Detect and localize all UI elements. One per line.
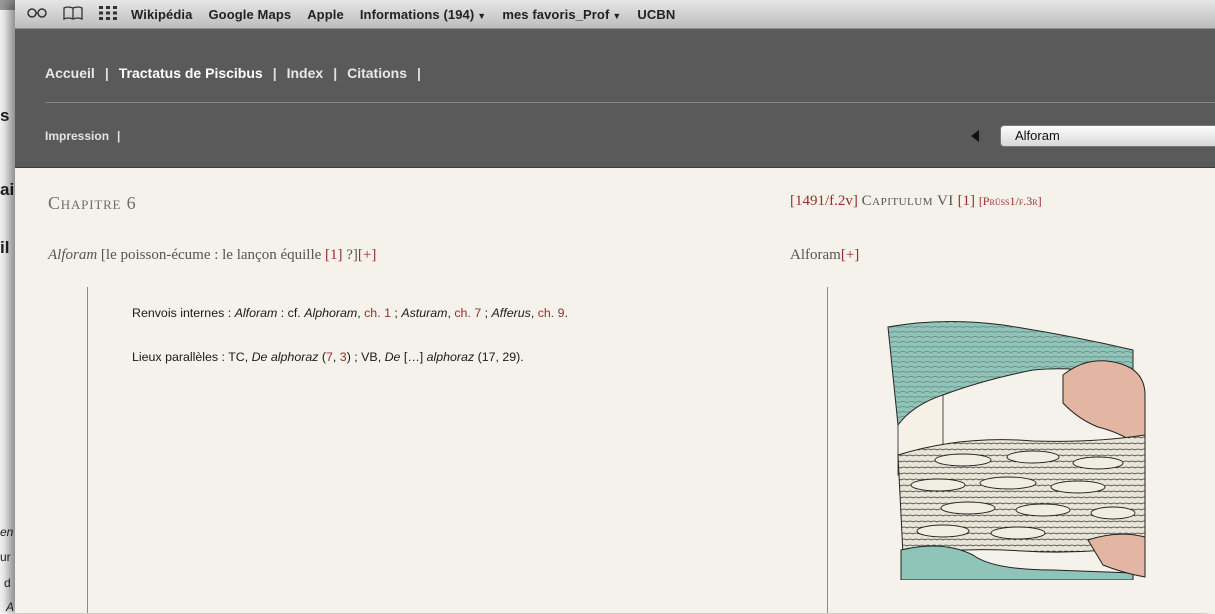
- lieux-text: (17, 29).: [474, 350, 524, 364]
- lieux-text: ; VB,: [350, 350, 385, 364]
- latin-entry-title: Alforam[+]: [790, 247, 859, 264]
- background-text: A: [6, 600, 15, 614]
- bookmark-google-maps[interactable]: Google Maps: [208, 7, 291, 22]
- chapter-select[interactable]: Alforam: [1000, 125, 1215, 147]
- renvois-paragraph: Renvois internes : Alforam : cf. Alphora…: [132, 306, 569, 320]
- notes-block: Renvois internes : Alforam : cf. Alphora…: [132, 302, 612, 390]
- entry-title: Alforam [le poisson-écume : le lançon éq…: [48, 247, 376, 264]
- bookmark-folder-label: Informations (194): [359, 6, 475, 22]
- menu-item-citations[interactable]: Citations: [347, 65, 407, 81]
- chapter-link[interactable]: ch. 1: [364, 306, 391, 320]
- print-link[interactable]: Impression: [45, 129, 109, 143]
- background-text: s: [0, 106, 10, 125]
- site-header: Accueil | Tractatus de Piscibus | Index | Cita…: [15, 29, 1215, 103]
- chevron-down-icon: ▼: [477, 10, 487, 21]
- latin-entry-name: Alforam: [790, 247, 841, 263]
- previous-arrow-icon[interactable]: [971, 130, 979, 142]
- background-text: ai: [0, 180, 15, 199]
- expand-link[interactable]: [+]: [358, 247, 376, 263]
- bookmark-wikipedia[interactable]: Wikipédia: [131, 7, 192, 22]
- renvois-term: Alforam: [234, 306, 278, 320]
- right-panel-rule: [827, 287, 828, 613]
- renvois-text: ;: [481, 306, 492, 320]
- fish-woodcut-image: [887, 320, 1146, 580]
- renvois-text: : cf.: [277, 306, 305, 320]
- menu-separator: |: [272, 65, 277, 81]
- left-panel-rule: [87, 287, 88, 613]
- menu-item-tractatus[interactable]: Tractatus de Piscibus: [119, 65, 263, 81]
- chapter-select-value: Alforam: [1015, 128, 1060, 143]
- edition-reference: [1491/f.2v] Capitulum VI [1] [Prüss1/f.3…: [790, 193, 1042, 210]
- bookmark-ucbn[interactable]: UCBN: [637, 7, 675, 22]
- bookmark-folder-favoris[interactable]: mes favoris_Prof ▼: [502, 7, 621, 22]
- expand-link[interactable]: [+]: [841, 247, 859, 263]
- ref-pruss-link[interactable]: [Prüss1/f.3r]: [979, 194, 1042, 208]
- lieux-term: De alphoraz: [251, 350, 319, 364]
- browser-window: Wikipédia Google Maps Apple Informations…: [15, 0, 1215, 613]
- bookmark-folder-informations[interactable]: Informations (194) ▼: [360, 7, 487, 22]
- bookmarks-book-icon[interactable]: [63, 5, 83, 23]
- lieux-paragraph: Lieux parallèles : TC, De alphoraz (7, 3…: [132, 350, 524, 364]
- chevron-down-icon: ▼: [612, 10, 622, 21]
- reference-link[interactable]: 7: [326, 350, 333, 364]
- print-link-wrap: Impression |: [45, 129, 120, 143]
- lieux-term: alphoraz: [426, 350, 475, 364]
- background-text: d: [4, 576, 11, 590]
- background-text: il: [0, 238, 10, 257]
- renvois-text: ;: [390, 306, 402, 320]
- bookmarks-bar: Wikipédia Google Maps Apple Informations…: [15, 0, 1215, 29]
- menu-separator: |: [417, 65, 421, 81]
- toolbar: Impression | Alforam: [15, 103, 1215, 168]
- entry-gloss: [le poisson-écume : le lançon équille: [100, 247, 322, 263]
- renvois-term: Alphoram: [304, 306, 358, 320]
- entry-tail: ?]: [346, 247, 358, 263]
- entry-name: Alforam: [48, 247, 98, 263]
- bookmark-folder-label: mes favoris_Prof: [502, 6, 610, 22]
- menu-item-accueil[interactable]: Accueil: [45, 65, 95, 81]
- menu-separator: |: [117, 129, 121, 143]
- lieux-label: Lieux parallèles : TC,: [132, 350, 252, 364]
- capitulum-heading: Capitulum VI: [861, 193, 954, 209]
- renvois-term: Asturam: [401, 306, 448, 320]
- chapter-heading-text: Chapitre 6: [48, 193, 137, 213]
- chapter-heading: Chapitre 6: [48, 193, 136, 214]
- background-text: en: [0, 525, 14, 539]
- renvois-term: Afferus: [491, 306, 531, 320]
- chapter-link[interactable]: ch. 7: [454, 306, 481, 320]
- reading-list-icon[interactable]: [27, 6, 47, 22]
- ref-1491-link[interactable]: [1491/f.2v]: [790, 193, 858, 209]
- renvois-text: .: [564, 306, 569, 320]
- background-text: ur: [0, 550, 11, 564]
- main-menu: Accueil | Tractatus de Piscibus | Index | Cita…: [45, 65, 431, 81]
- top-sites-grid-icon[interactable]: [99, 5, 117, 23]
- lieux-term: De: [384, 350, 401, 364]
- bookmark-apple[interactable]: Apple: [307, 7, 344, 22]
- note-link[interactable]: [1]: [325, 247, 343, 263]
- note-link[interactable]: [1]: [958, 193, 976, 209]
- lieux-text: […]: [400, 350, 427, 364]
- renvois-label: Renvois internes :: [132, 306, 235, 320]
- menu-item-index[interactable]: Index: [287, 65, 324, 81]
- reference-link[interactable]: 3: [340, 350, 347, 364]
- menu-separator: |: [104, 65, 109, 81]
- menu-separator: |: [333, 65, 338, 81]
- chapter-link[interactable]: ch. 9: [538, 306, 565, 320]
